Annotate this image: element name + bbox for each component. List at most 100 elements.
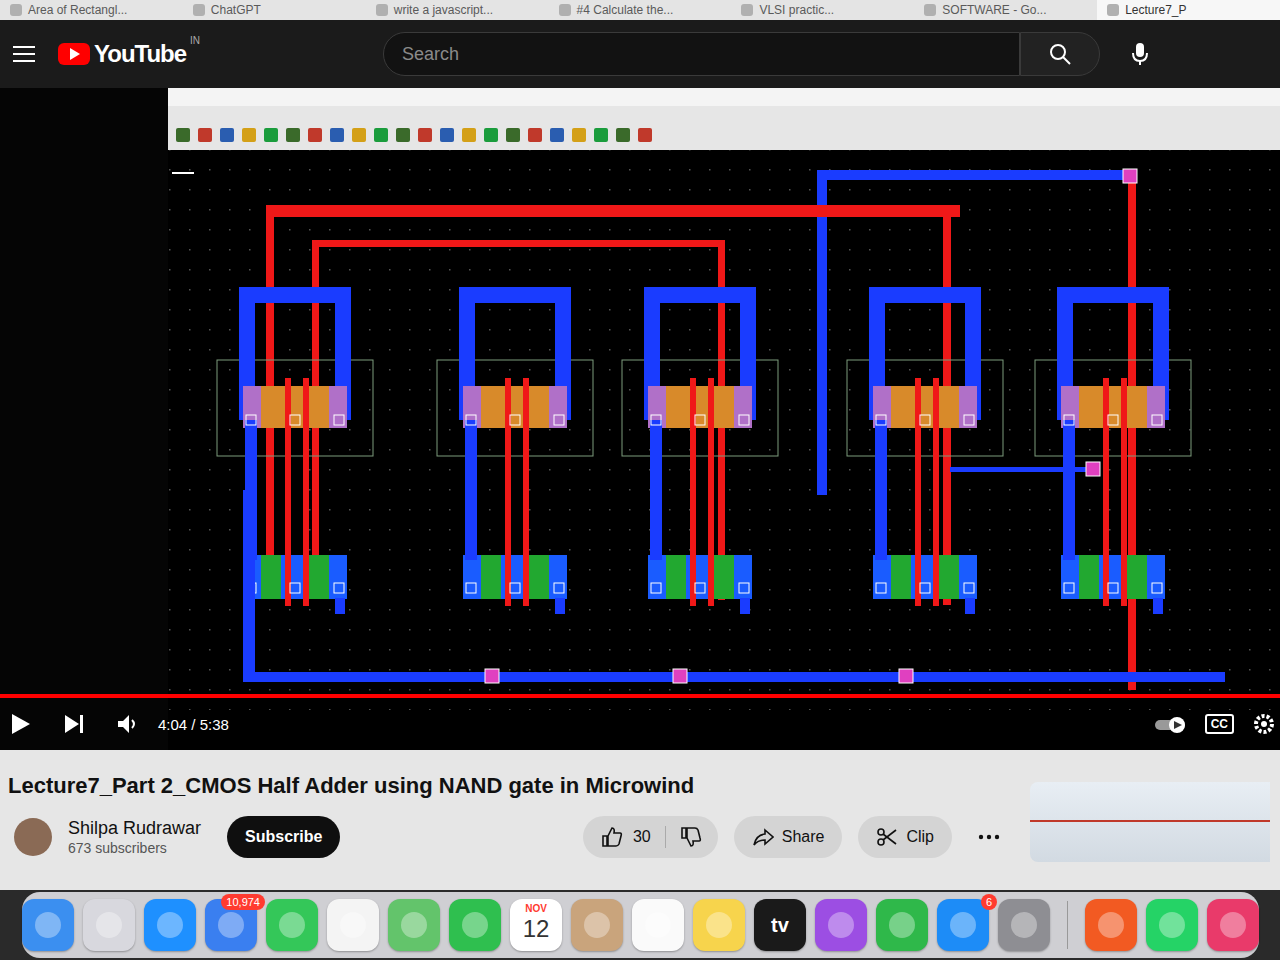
recommended-thumbnail[interactable] — [1030, 782, 1270, 862]
control-row: 4:04 / 5:38 CC — [0, 702, 1280, 746]
dock-area: 10,974 NOV12 tv 6 — [0, 890, 1280, 960]
tab-label: Lecture7_P — [1125, 3, 1186, 17]
dislike-button[interactable] — [666, 826, 718, 848]
tv-label: tv — [771, 914, 789, 937]
autoplay-toggle-icon[interactable] — [1153, 714, 1189, 734]
channel-name[interactable]: Shilpa Rudrawar — [68, 817, 201, 839]
dock-app-icon[interactable] — [998, 899, 1050, 951]
details-main: Lecture7_Part 2_CMOS Half Adder using NA… — [0, 750, 1030, 890]
dock-app-icon[interactable] — [22, 899, 74, 951]
video-title: Lecture7_Part 2_CMOS Half Adder using NA… — [8, 772, 1010, 800]
tab-label: ChatGPT — [211, 3, 261, 17]
youtube-play-icon — [58, 39, 90, 69]
more-dots-icon — [978, 834, 1000, 840]
action-label: Clip — [906, 826, 934, 848]
like-count: 30 — [633, 826, 651, 848]
next-icon[interactable] — [62, 712, 86, 736]
notification-badge: 10,974 — [221, 894, 265, 910]
dock-app-icon[interactable] — [266, 899, 318, 951]
hamburger-menu-icon[interactable] — [12, 42, 36, 66]
favicon-icon — [10, 4, 22, 16]
dock-app-icon[interactable] — [388, 899, 440, 951]
browser-tab-bar: Area of Rectangl... ChatGPT write a javasc… — [0, 0, 1280, 20]
dock-app-icon[interactable] — [815, 899, 867, 951]
browser-tab[interactable]: write a javascript... — [366, 0, 549, 20]
play-icon[interactable] — [8, 712, 32, 736]
dock-app-icon[interactable] — [632, 899, 684, 951]
search-field[interactable] — [383, 32, 1020, 76]
tab-label: write a javascript... — [394, 3, 493, 17]
video-player[interactable]: 4:04 / 5:38 CC — [0, 88, 1280, 750]
tab-label: SOFTWARE - Go... — [942, 3, 1046, 17]
share-icon — [752, 826, 774, 848]
youtube-header: YouTube IN — [0, 20, 1280, 88]
calendar-day: 12 — [523, 915, 550, 943]
tab-label: VLSI practic... — [759, 3, 834, 17]
progress-fill — [0, 694, 1280, 698]
favicon-icon — [559, 4, 571, 16]
subscribe-button[interactable]: Subscribe — [227, 816, 340, 858]
header-left: YouTubeIN — [0, 39, 383, 69]
browser-tab[interactable]: #4 Calculate the... — [549, 0, 732, 20]
channel-row: Shilpa Rudrawar673 subscribers Subscribe 3… — [8, 814, 1010, 860]
microphone-icon — [1130, 42, 1150, 66]
volume-icon[interactable] — [116, 712, 140, 736]
clip-button[interactable]: Clip — [858, 816, 952, 858]
dock-app-icon[interactable] — [876, 899, 928, 951]
video-details: Lecture7_Part 2_CMOS Half Adder using NA… — [0, 750, 1280, 890]
dock-app-icon[interactable] — [1207, 899, 1259, 951]
search-icon — [1048, 42, 1072, 66]
tab-label: #4 Calculate the... — [577, 3, 674, 17]
browser-tab[interactable]: SOFTWARE - Go... — [914, 0, 1097, 20]
time-display: 4:04 / 5:38 — [158, 716, 229, 733]
thumbs-down-icon — [680, 826, 702, 848]
notification-badge: 6 — [981, 894, 997, 910]
logo-text: YouTube — [94, 39, 186, 69]
search-button[interactable] — [1020, 32, 1100, 76]
voice-search-button[interactable] — [1120, 34, 1160, 74]
like-button[interactable]: 30 — [601, 826, 666, 848]
favicon-icon — [741, 4, 753, 16]
like-dislike-pill: 30 — [583, 816, 718, 858]
captions-button[interactable]: CC — [1205, 714, 1234, 734]
channel-info: Shilpa Rudrawar673 subscribers — [68, 817, 201, 857]
favicon-icon — [376, 4, 388, 16]
favicon-icon — [1107, 4, 1119, 16]
player-controls: 4:04 / 5:38 CC — [0, 694, 1280, 750]
dock: 10,974 NOV12 tv 6 — [22, 892, 1259, 958]
dock-app-icon[interactable]: 10,974 — [205, 899, 257, 951]
dock-app-icon[interactable]: 6 — [937, 899, 989, 951]
dock-app-icon[interactable] — [571, 899, 623, 951]
browser-tab[interactable]: Lecture7_P — [1097, 0, 1280, 20]
dock-app-icon[interactable] — [83, 899, 135, 951]
dock-app-icon[interactable] — [449, 899, 501, 951]
dock-separator — [1067, 901, 1068, 949]
browser-tab[interactable]: Area of Rectangl... — [0, 0, 183, 20]
progress-bar[interactable] — [0, 694, 1280, 698]
more-button[interactable] — [968, 816, 1010, 858]
calendar-month: NOV — [525, 903, 547, 915]
tv-app-icon[interactable]: tv — [754, 899, 806, 951]
thumbs-up-icon — [601, 826, 623, 848]
clip-icon — [876, 826, 898, 848]
dock-app-icon[interactable] — [327, 899, 379, 951]
region-code: IN — [190, 35, 200, 46]
action-label: Share — [782, 826, 825, 848]
share-button[interactable]: Share — [734, 816, 843, 858]
dock-app-icon[interactable] — [693, 899, 745, 951]
favicon-icon — [924, 4, 936, 16]
dock-app-icon[interactable] — [1085, 899, 1137, 951]
channel-avatar[interactable] — [14, 818, 52, 856]
browser-tab[interactable]: ChatGPT — [183, 0, 366, 20]
settings-gear-icon[interactable] — [1252, 712, 1276, 736]
action-buttons: 30 Share Clip — [583, 816, 1010, 858]
browser-tab[interactable]: VLSI practic... — [731, 0, 914, 20]
calendar-app-icon[interactable]: NOV12 — [510, 899, 562, 951]
youtube-logo[interactable]: YouTubeIN — [58, 39, 200, 69]
tab-label: Area of Rectangl... — [28, 3, 127, 17]
subscriber-count: 673 subscribers — [68, 839, 201, 857]
dock-app-icon[interactable] — [1146, 899, 1198, 951]
layout-canvas — [0, 88, 1280, 750]
dock-app-icon[interactable] — [144, 899, 196, 951]
favicon-icon — [193, 4, 205, 16]
